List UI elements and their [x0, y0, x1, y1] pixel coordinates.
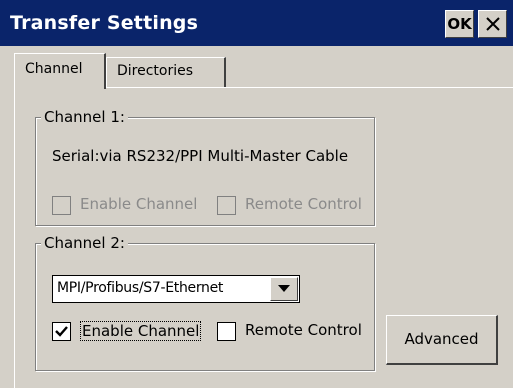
- tab-directories[interactable]: Directories: [106, 57, 226, 87]
- close-button[interactable]: [478, 10, 507, 38]
- tab-panel: [14, 87, 513, 388]
- transfer-settings-window: Transfer Settings OK Channel Directories…: [0, 0, 513, 388]
- close-icon: [486, 17, 500, 31]
- title-bar: Transfer Settings OK: [0, 0, 513, 46]
- ok-button[interactable]: OK: [445, 10, 474, 38]
- window-title: Transfer Settings: [10, 12, 199, 34]
- tab-channel[interactable]: Channel: [14, 53, 106, 89]
